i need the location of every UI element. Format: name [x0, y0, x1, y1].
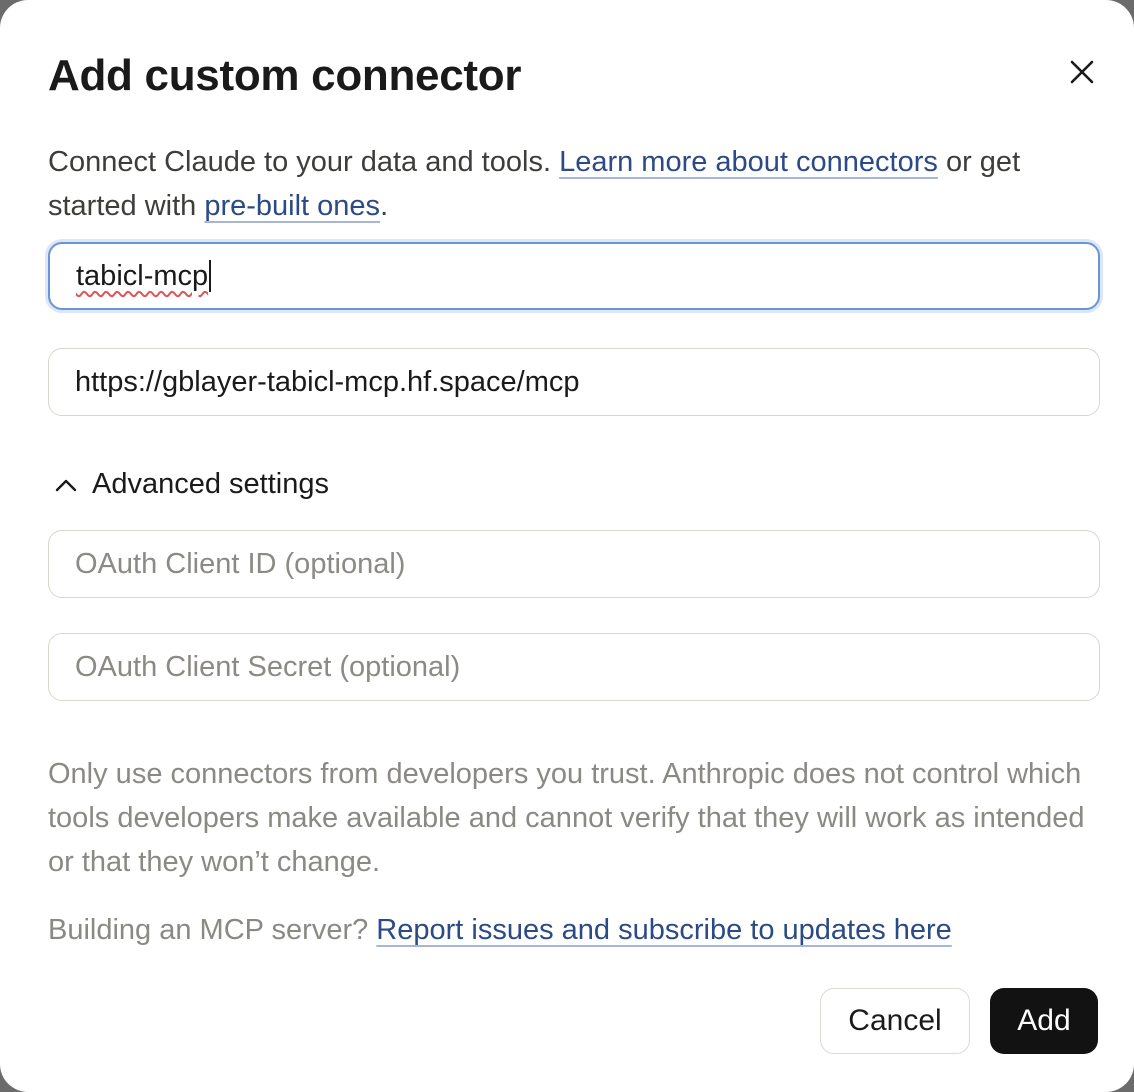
oauth-client-secret-input[interactable]: OAuth Client Secret (optional): [48, 633, 1100, 701]
mcp-server-note: Building an MCP server? Report issues an…: [48, 908, 952, 952]
oauth-client-id-placeholder: OAuth Client ID (optional): [75, 547, 406, 580]
learn-more-link[interactable]: Learn more about connectors: [559, 146, 938, 178]
dialog-title: Add custom connector: [48, 51, 522, 100]
prebuilt-connectors-link[interactable]: pre-built ones: [204, 190, 380, 222]
add-button[interactable]: Add: [990, 988, 1098, 1054]
trust-warning: Only use connectors from developers you …: [48, 758, 1085, 878]
advanced-settings-label: Advanced settings: [92, 468, 329, 500]
report-issues-link[interactable]: Report issues and subscribe to updates h…: [376, 914, 952, 946]
advanced-settings-toggle[interactable]: Advanced settings: [52, 468, 329, 501]
chevron-up-icon: [52, 471, 80, 499]
connector-name-input[interactable]: tabicl-mcp: [48, 242, 1100, 310]
close-button[interactable]: [1062, 52, 1102, 92]
connector-name-value: tabicl-mcp: [76, 259, 209, 292]
oauth-client-secret-placeholder: OAuth Client Secret (optional): [75, 650, 461, 683]
add-connector-dialog: Add custom connector Connect Claude to y…: [0, 0, 1134, 1092]
close-icon: [1070, 60, 1094, 84]
connector-url-input[interactable]: https://gblayer-tabicl-mcp.hf.space/mcp: [48, 348, 1100, 416]
intro-text-after: .: [380, 190, 389, 222]
intro-text-before: Connect Claude to your data and tools.: [48, 146, 560, 178]
cancel-button[interactable]: Cancel: [820, 988, 970, 1054]
text-caret: [209, 260, 212, 292]
dialog-description: Connect Claude to your data and tools. L…: [48, 140, 1088, 228]
connector-url-value: https://gblayer-tabicl-mcp.hf.space/mcp: [75, 365, 580, 398]
mcp-server-text: Building an MCP server?: [48, 914, 377, 946]
oauth-client-id-input[interactable]: OAuth Client ID (optional): [48, 530, 1100, 598]
